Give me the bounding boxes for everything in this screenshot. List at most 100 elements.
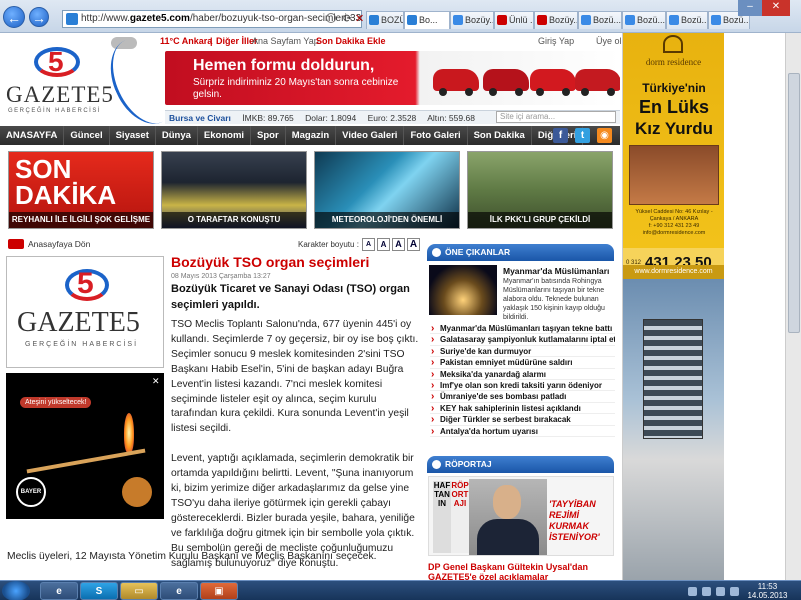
article-date: 08 Mayıs 2013 Çarşamba 13:27 [171, 273, 271, 280]
tab-2[interactable]: Bo... [404, 11, 450, 29]
news-list: Myanmar'da Müslümanları taşıyan tekne ba… [430, 323, 615, 437]
nav-siyaset[interactable]: Siyaset [110, 126, 156, 145]
banner-ad[interactable]: Hemen formu doldurun, Sürpriz indirimini… [165, 51, 620, 105]
register-link[interactable]: Üye ol [596, 33, 622, 49]
headline-tile-4[interactable]: İLK PKK'LI GRUP ÇEKİLDİ [467, 151, 613, 229]
tab-1[interactable]: BOZÜ... [366, 11, 404, 29]
font-size-control: Karakter boyutu : A A A A [298, 238, 420, 252]
start-button[interactable] [2, 581, 30, 600]
section-header-roportaj: RÖPORTAJ [427, 456, 614, 473]
site-logo[interactable]: 5 GAZETE5 GERÇEĞİN HABERCİSİ [4, 27, 191, 135]
clock[interactable]: 11:53 14.05.2013 [745, 582, 790, 600]
home-page-link[interactable]: Ana Sayfam Yap [252, 33, 319, 49]
taskbar-ie-icon[interactable]: e [160, 582, 198, 600]
interview-caption[interactable]: DP Genel Başkanı Gültekin Uysal'dan GAZE… [428, 562, 618, 582]
site-search-input[interactable]: Site içi arama... [496, 111, 616, 123]
tab-6[interactable]: Bozü... [578, 11, 622, 29]
tab-5[interactable]: Bozüy... [534, 11, 578, 29]
nav-ekonomi[interactable]: Ekonomi [198, 126, 252, 145]
article-lead: Bozüyük Ticaret ve Sanayi Odası (TSO) or… [171, 283, 410, 311]
twitter-icon[interactable]: t [575, 128, 590, 143]
list-item[interactable]: Pakistan emniyet müdürüne saldırı [430, 357, 615, 369]
car-image [483, 69, 529, 96]
refresh-icon[interactable]: ⟳ [343, 12, 352, 25]
headline-tile-1[interactable]: SON DAKİKA REYHANLI İLE İLGİLİ ŞOK GELİŞ… [8, 151, 154, 229]
nav-anasayfa[interactable]: ANASAYFA [0, 126, 65, 145]
list-item[interactable]: Diğer Türkler se serbest bırakacak [430, 414, 615, 426]
back-to-home-link[interactable]: Anasayfaya Dön [6, 237, 156, 251]
tab-4[interactable]: Ünlü ... [494, 11, 534, 29]
tray-icon[interactable] [702, 587, 711, 596]
building-photo [623, 279, 724, 580]
close-window-button[interactable]: ✕ [762, 0, 790, 16]
bayer-logo: BAYER [16, 477, 46, 507]
nav-video-galeri[interactable]: Video Galeri [336, 126, 405, 145]
weather-text: 11°C Ankara [160, 36, 213, 46]
forward-button[interactable]: → [29, 7, 49, 27]
tab-3[interactable]: Bozüy... [450, 11, 494, 29]
taskbar-ie-icon[interactable]: e [40, 582, 78, 600]
scroll-thumb[interactable] [788, 73, 800, 333]
nav-magazin[interactable]: Magazin [286, 126, 337, 145]
font-size-small-button[interactable]: A [362, 238, 375, 251]
bayer-ad[interactable]: Ateşini yükseltecek! BAYER ✕ [6, 373, 164, 519]
article-body: TSO Meclis Toplantı Salonu'nda, 677 üyen… [171, 318, 419, 587]
nav-dunya[interactable]: Dünya [156, 126, 198, 145]
font-size-xlarge-button[interactable]: A [407, 238, 420, 251]
address-bar[interactable]: http://www.gazete5.com/haber/bozuyuk-tso… [62, 10, 362, 28]
add-breaking-link[interactable]: Son Dakika Ekle [316, 33, 386, 49]
back-button[interactable]: ← [3, 6, 25, 28]
nav-son-dakika[interactable]: Son Dakika [468, 126, 532, 145]
featured-news[interactable]: Myanmar'da Müslümanları Myanmar'ın batıs… [427, 265, 614, 321]
tab-8[interactable]: Bozü... [666, 11, 708, 29]
list-item[interactable]: KEY hak sahiplerinin listesi açıklandı [430, 403, 615, 415]
volume-icon[interactable] [716, 587, 725, 596]
login-link[interactable]: Giriş Yap [538, 33, 574, 49]
top-strip: 11°C Ankara | Diğer İller Ana Sayfam Yap… [160, 33, 622, 49]
browser-toolbar: ← → http://www.gazete5.com/haber/bozuyuk… [0, 0, 801, 33]
list-item[interactable]: Suriye'de kan durmuyor [430, 346, 615, 358]
nav-spor[interactable]: Spor [251, 126, 286, 145]
headline-tile-3[interactable]: METEOROLOJİ'DEN ÖNEMLİ [314, 151, 460, 229]
font-size-medium-button[interactable]: A [377, 238, 390, 251]
list-item[interactable]: Ümraniye'de ses bombası patladı [430, 391, 615, 403]
rss-icon[interactable]: ◉ [597, 128, 612, 143]
flame-icon [124, 413, 134, 453]
stop-icon[interactable]: ✕ [355, 12, 364, 25]
list-item[interactable]: Myanmar'da Müslümanları taşıyan tekne ba… [430, 323, 615, 335]
home-icon [8, 239, 24, 249]
crown-icon [663, 35, 683, 53]
minimize-button[interactable]: – [738, 0, 762, 16]
network-icon[interactable] [730, 587, 739, 596]
taskbar-skype-icon[interactable]: S [80, 582, 118, 600]
main-navigation: ANASAYFA Güncel Siyaset Dünya Ekonomi Spor Mag… [0, 126, 620, 145]
room-photo [629, 145, 719, 205]
sidebar-ad[interactable]: dorm residence Türkiye'nin En Lüks Kız Y… [622, 33, 724, 580]
article-paragraph: TSO Meclis Toplantı Salonu'nda, 677 üyen… [171, 319, 419, 435]
list-item[interactable]: Meksika'da yanardağ alarmı [430, 369, 615, 380]
tab-7[interactable]: Bozü... [622, 11, 666, 29]
interview-box[interactable]: HAFTANIN RÖPORTAJI 'TAYYİBAN REJİMİ KURM… [428, 476, 614, 556]
logo-text: GAZETE5 [6, 82, 114, 107]
nav-guncel[interactable]: Güncel [64, 126, 110, 145]
facebook-icon[interactable]: f [553, 128, 568, 143]
article-image: 5 GAZETE5 GERÇEĞİN HABERCİSİ [6, 256, 164, 368]
taskbar-app-icon[interactable]: ▣ [200, 582, 238, 600]
list-item[interactable]: Imf'ye olan son kredi taksiti yarın öden… [430, 380, 615, 392]
taskbar-folder-icon[interactable]: ▭ [120, 582, 158, 600]
close-icon[interactable]: ✕ [152, 376, 160, 387]
nav-foto-galeri[interactable]: Foto Galeri [404, 126, 468, 145]
tray-icon[interactable] [688, 587, 697, 596]
car-image [530, 69, 576, 96]
search-icon[interactable] [326, 13, 336, 23]
interview-photo [469, 479, 547, 555]
dorm-brand: dorm residence [645, 57, 702, 67]
list-item[interactable]: Antalya'da hortum uyarısı [430, 426, 615, 437]
car-image [575, 69, 620, 96]
list-item[interactable]: Galatasaray şampiyonluk kutlamalarını ip… [430, 334, 615, 346]
headline-tile-2[interactable]: O TARAFTAR KONUŞTU [161, 151, 307, 229]
scrollbar[interactable] [785, 33, 801, 580]
article-paragraph: Meclis üyeleri, 12 Mayısta Yönetim Kurul… [7, 551, 377, 562]
font-size-large-button[interactable]: A [392, 238, 405, 251]
taskbar: e S ▭ e ▣ 11:53 14.05.2013 [0, 580, 801, 600]
